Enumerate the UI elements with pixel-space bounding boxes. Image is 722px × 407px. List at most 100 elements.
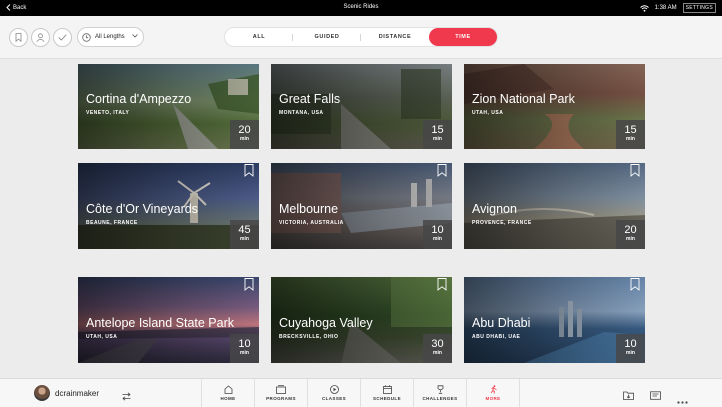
- user-profile[interactable]: dcrainmaker: [34, 385, 99, 401]
- ride-location: BRECKSVILLE, OHIO: [279, 334, 339, 340]
- tab-guided[interactable]: GUIDED: [293, 28, 361, 46]
- duration-value: 10: [624, 338, 637, 350]
- nav-home[interactable]: HOME: [202, 379, 255, 407]
- ride-card[interactable]: Cuyahoga Valley BRECKSVILLE, OHIO 30 min: [271, 277, 452, 363]
- duration-unit: min: [626, 136, 635, 142]
- ride-title: Zion National Park: [472, 92, 575, 106]
- ride-card[interactable]: Avignon PROVENCE, FRANCE 20 min: [464, 163, 645, 249]
- swap-arrows-icon: [122, 392, 131, 401]
- duration-badge: 20 min: [616, 220, 645, 249]
- duration-badge: 20 min: [230, 120, 259, 149]
- clock: 1:38 AM: [654, 5, 677, 11]
- ride-title: Great Falls: [279, 92, 341, 106]
- display-settings-button[interactable]: [650, 387, 661, 405]
- duration-unit: min: [433, 350, 442, 356]
- nav-programs[interactable]: PROGRAMS: [255, 379, 308, 407]
- duration-value: 45: [238, 224, 251, 236]
- ride-location: UTAH, USA: [86, 334, 118, 340]
- duration-badge: 10 min: [230, 334, 259, 363]
- bookmark-icon: [15, 33, 22, 42]
- duration-badge: 45 min: [230, 220, 259, 249]
- ride-location: UTAH, USA: [472, 110, 504, 116]
- bookmark-filter-button[interactable]: [9, 28, 28, 47]
- duration-value: 15: [624, 124, 637, 136]
- ride-card[interactable]: Abu Dhabi ABU DHABI, UAE 10 min: [464, 277, 645, 363]
- tab-time[interactable]: TIME: [429, 28, 497, 46]
- nav-schedule[interactable]: SCHEDULE: [361, 379, 414, 407]
- calendar-icon: [382, 385, 392, 394]
- chevron-down-icon: [132, 34, 138, 38]
- lengths-label: All Lengths: [95, 34, 125, 40]
- nav-programs-label: PROGRAMS: [266, 396, 296, 401]
- ride-title: Antelope Island State Park: [86, 316, 235, 330]
- ride-title: Côte d'Or Vineyards: [86, 202, 198, 216]
- instructor-filter-button[interactable]: [31, 28, 50, 47]
- downloads-button[interactable]: [623, 387, 634, 405]
- runner-icon: [490, 385, 497, 394]
- duration-value: 20: [238, 124, 251, 136]
- nav-schedule-label: SCHEDULE: [373, 396, 401, 401]
- bookmark-icon: [244, 164, 254, 177]
- duration-value: 20: [624, 224, 637, 236]
- ride-title: Cuyahoga Valley: [279, 316, 373, 330]
- ride-location: VICTORIA, AUSTRALIA: [279, 220, 344, 226]
- bookmark-button[interactable]: [244, 278, 254, 291]
- home-icon: [224, 385, 232, 394]
- ride-location: PROVENCE, FRANCE: [472, 220, 532, 226]
- lengths-dropdown[interactable]: All Lengths: [77, 27, 144, 47]
- ride-location: VENETO, ITALY: [86, 110, 130, 116]
- more-options-button[interactable]: [677, 391, 688, 407]
- more-dots-icon: [677, 401, 688, 404]
- play-icon: [329, 385, 339, 394]
- app-title: Scenic Rides: [343, 4, 379, 10]
- nav-classes[interactable]: CLASSES: [308, 379, 361, 407]
- duration-unit: min: [626, 350, 635, 356]
- ride-title: Abu Dhabi: [472, 316, 531, 330]
- nav-challenges-label: CHALLENGES: [422, 396, 458, 401]
- avatar: [34, 385, 50, 401]
- taken-filter-button[interactable]: [53, 28, 72, 47]
- screen-icon: [650, 391, 661, 400]
- tab-all[interactable]: ALL: [225, 28, 293, 46]
- ride-title: Cortina d'Ampezzo: [86, 92, 192, 106]
- bookmark-button[interactable]: [630, 278, 640, 291]
- duration-badge: 10 min: [423, 220, 452, 249]
- ride-card[interactable]: Melbourne VICTORIA, AUSTRALIA 10 min: [271, 163, 452, 249]
- ride-title: Melbourne: [279, 202, 339, 216]
- bookmark-button[interactable]: [437, 278, 447, 291]
- bookmark-button[interactable]: [630, 164, 640, 177]
- ride-card[interactable]: Côte d'Or Vineyards BEAUNE, FRANCE 45 min: [78, 163, 259, 249]
- bookmark-icon: [437, 278, 447, 291]
- duration-unit: min: [626, 236, 635, 242]
- nav-challenges[interactable]: CHALLENGES: [414, 379, 467, 407]
- duration-unit: min: [240, 236, 249, 242]
- duration-value: 10: [238, 338, 251, 350]
- rides-grid: Cortina d'Ampezzo VENETO, ITALY 20 min Gr…: [0, 59, 722, 378]
- nav-classes-label: CLASSES: [321, 396, 347, 401]
- duration-unit: min: [433, 136, 442, 142]
- clock-icon: [82, 32, 91, 42]
- ride-location: BEAUNE, FRANCE: [86, 220, 138, 226]
- bookmark-button[interactable]: [244, 164, 254, 177]
- ride-card[interactable]: Cortina d'Ampezzo VENETO, ITALY 20 min: [78, 64, 259, 149]
- bookmark-icon: [437, 164, 447, 177]
- nav-more[interactable]: MORE: [467, 379, 520, 407]
- ride-card[interactable]: Great Falls MONTANA, USA 15 min: [271, 64, 452, 149]
- ride-card[interactable]: Zion National Park UTAH, USA 15 min: [464, 64, 645, 149]
- swap-button[interactable]: [122, 388, 131, 406]
- ride-location: MONTANA, USA: [279, 110, 324, 116]
- duration-badge: 10 min: [616, 334, 645, 363]
- bookmark-button[interactable]: [437, 164, 447, 177]
- duration-unit: min: [240, 350, 249, 356]
- nav-more-label: MORE: [485, 396, 501, 401]
- duration-unit: min: [433, 236, 442, 242]
- bookmark-icon: [630, 278, 640, 291]
- duration-badge: 15 min: [616, 120, 645, 149]
- tab-distance[interactable]: DISTANCE: [361, 28, 429, 46]
- ride-title: Avignon: [472, 202, 517, 216]
- ride-location: ABU DHABI, UAE: [472, 334, 521, 340]
- settings-button[interactable]: SETTINGS: [682, 3, 716, 13]
- person-icon: [36, 33, 45, 42]
- duration-badge: 30 min: [423, 334, 452, 363]
- ride-card[interactable]: Antelope Island State Park UTAH, USA 10 m…: [78, 277, 259, 363]
